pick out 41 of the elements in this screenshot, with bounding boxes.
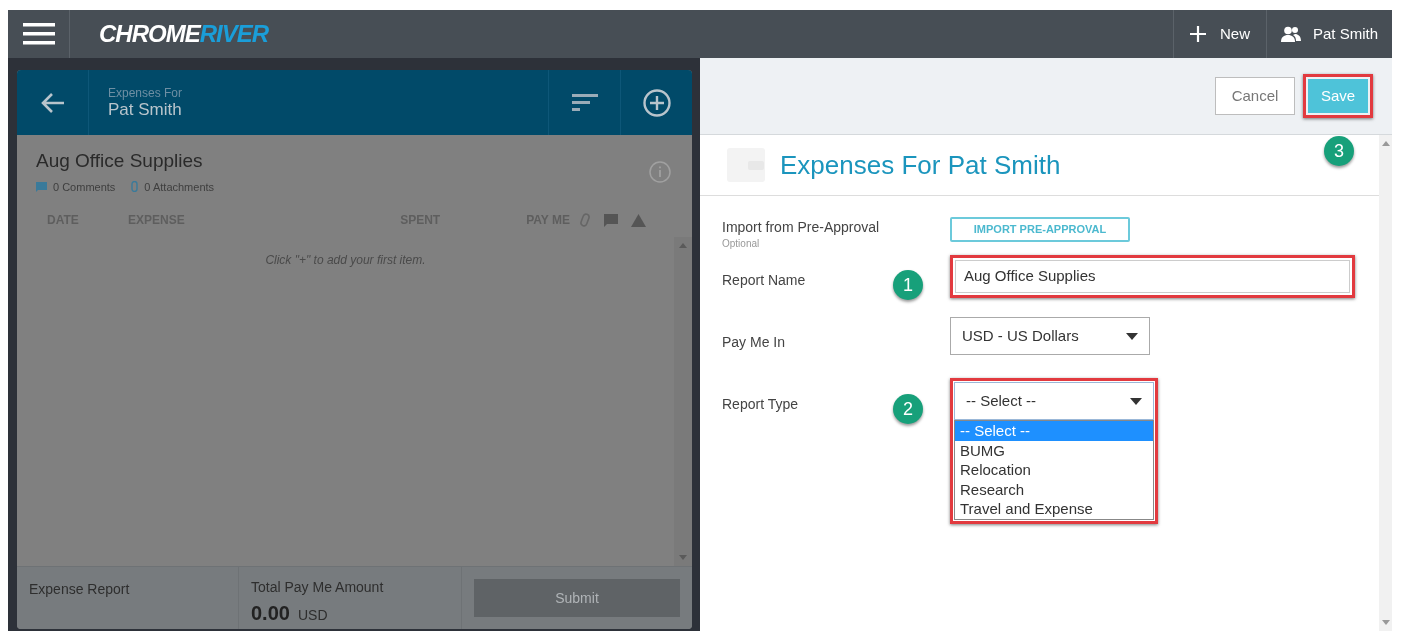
cancel-button[interactable]: Cancel <box>1215 77 1295 115</box>
select-field[interactable]: -- Select -- <box>954 382 1154 420</box>
logo: CHROMERIVER <box>99 19 269 49</box>
field-label: Report Type <box>722 395 799 414</box>
currency-code: USD <box>297 606 328 625</box>
scroll-down-icon[interactable] <box>1381 620 1390 625</box>
header-name: Pat Smith <box>108 99 183 120</box>
field-label: Pay Me In <box>722 333 787 352</box>
select-field[interactable]: USD - US Dollars <box>950 317 1150 355</box>
caret-icon <box>1130 397 1142 405</box>
paperclip-icon <box>580 213 590 227</box>
scroll-up-icon[interactable] <box>1381 141 1390 146</box>
dropdown-option[interactable]: BUMG <box>955 440 1153 460</box>
field-label: Import from Pre-Approval <box>722 218 881 237</box>
dropdown-option[interactable]: Travel and Expense <box>955 499 1153 519</box>
step-badge: 1 <box>893 270 923 300</box>
comment-icon <box>604 213 618 227</box>
users-icon <box>1280 26 1301 42</box>
comment-icon <box>36 181 47 192</box>
attachments-count: 0 Attachments <box>144 179 215 195</box>
step-badge: 2 <box>893 394 923 424</box>
report-name-field[interactable]: Aug Office Supplies <box>955 260 1350 293</box>
scroll-up-icon[interactable] <box>679 243 687 248</box>
header-caption: Expenses For <box>108 85 183 100</box>
form-title: Expenses For Pat Smith <box>780 148 1061 182</box>
field-hint: Optional <box>722 238 761 249</box>
report-title: Aug Office Supplies <box>36 149 204 173</box>
comments-count: 0 Comments <box>53 179 116 195</box>
step-badge: 3 <box>1324 136 1354 166</box>
caret-icon <box>1126 332 1138 340</box>
dropdown-option[interactable]: Relocation <box>955 460 1153 480</box>
info-icon[interactable] <box>649 161 671 183</box>
plus-icon <box>1189 26 1206 42</box>
total-label: Total Pay Me Amount <box>251 578 385 597</box>
scroll-down-icon[interactable] <box>679 555 687 560</box>
total-amount: 0.00 <box>251 601 290 626</box>
paperclip-icon <box>131 181 139 193</box>
field-label: Report Name <box>722 271 807 290</box>
warning-icon <box>631 213 646 227</box>
report-type-label: Expense Report <box>29 581 130 597</box>
dropdown-option[interactable]: Research <box>955 479 1153 499</box>
